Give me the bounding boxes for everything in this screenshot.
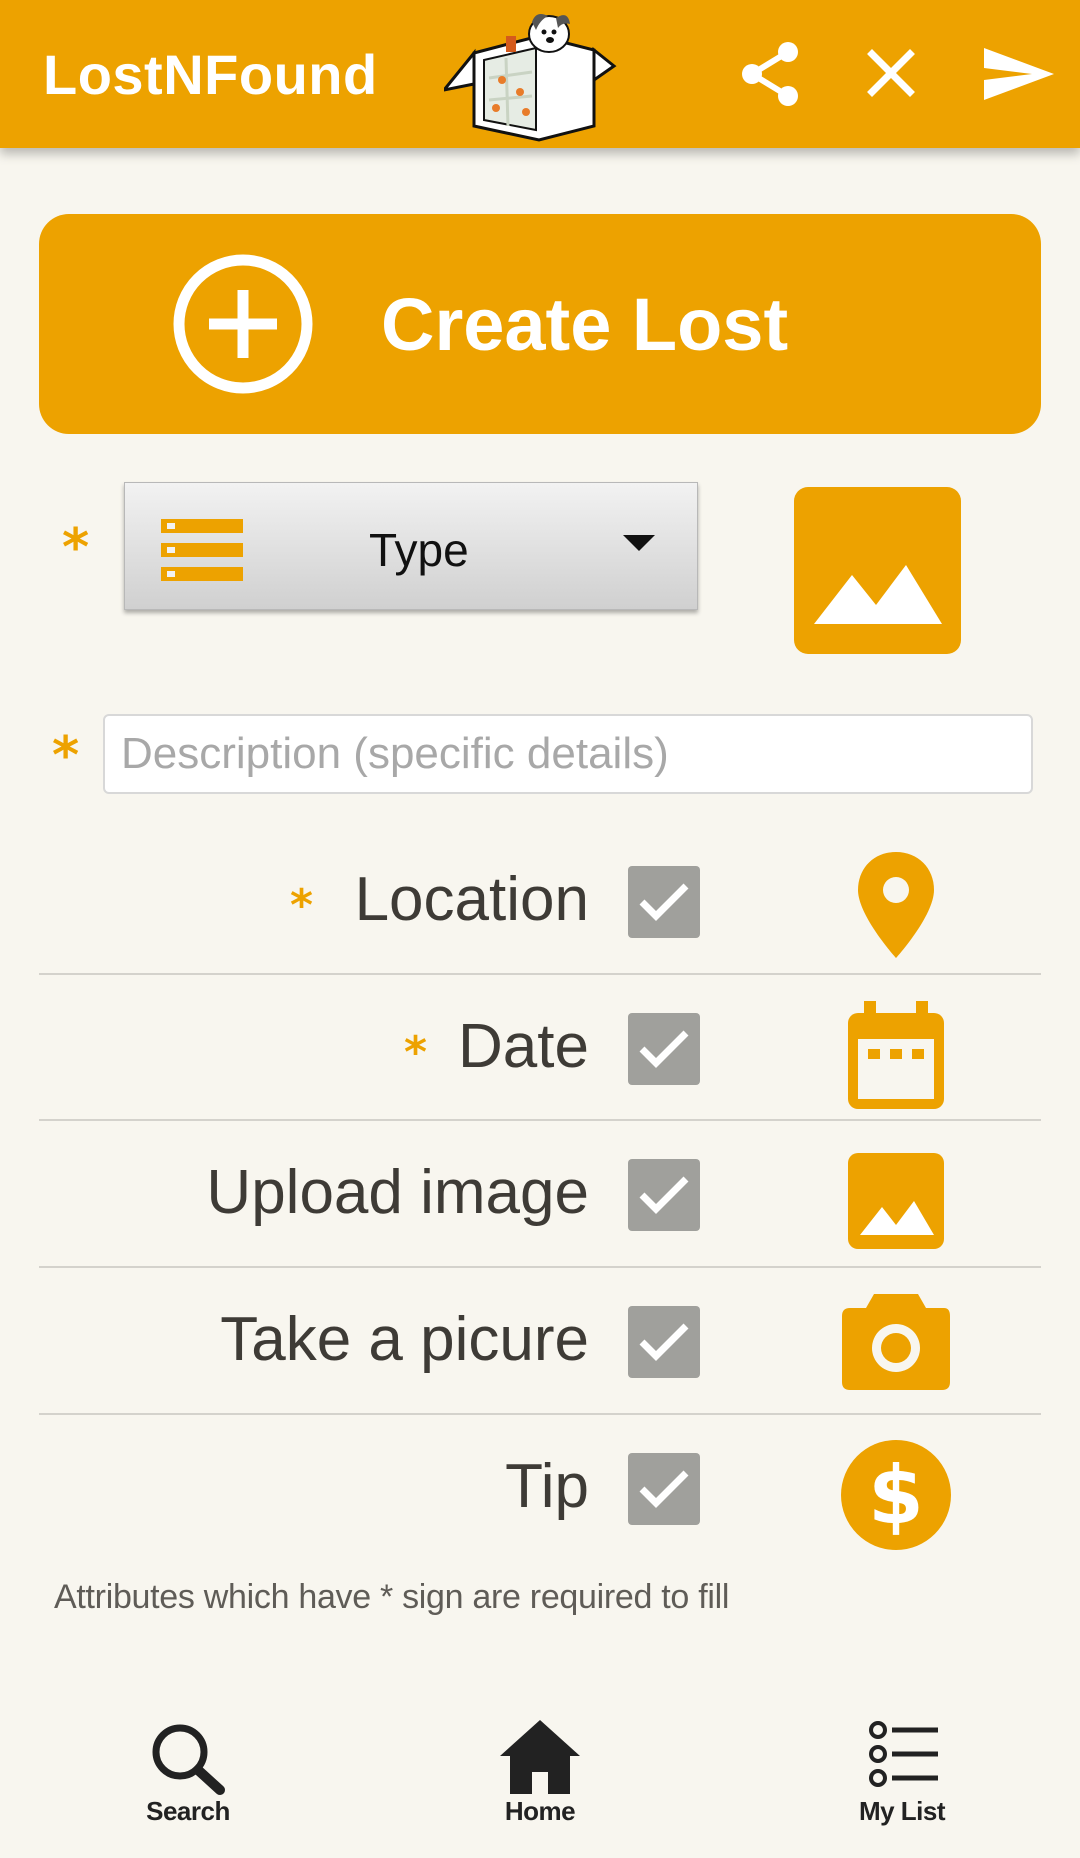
- add-image-button[interactable]: [794, 487, 961, 654]
- nav-home[interactable]: Home: [480, 1716, 600, 1836]
- checkmark-icon: [639, 1470, 689, 1508]
- dollar-icon[interactable]: $: [840, 1439, 952, 1551]
- svg-text:$: $: [868, 1449, 924, 1542]
- attribute-label: Take a picure: [220, 1305, 589, 1374]
- required-marker: *: [62, 518, 90, 578]
- attribute-label: Location: [354, 865, 589, 934]
- app-title: LostNFound: [43, 43, 378, 106]
- type-dropdown[interactable]: Type: [124, 482, 698, 610]
- calendar-icon[interactable]: [846, 999, 946, 1111]
- attribute-row-location: * Location: [0, 828, 1080, 975]
- nav-label: Search: [146, 1796, 230, 1826]
- send-icon[interactable]: [982, 38, 1056, 108]
- attribute-row-upload-image: Upload image: [0, 1121, 1080, 1268]
- camera-icon[interactable]: [840, 1292, 952, 1392]
- share-icon[interactable]: [736, 38, 806, 108]
- attribute-row-take-picture: Take a picure: [0, 1268, 1080, 1415]
- create-lost-label: Create Lost: [381, 283, 789, 366]
- take-picture-checkbox[interactable]: [628, 1306, 700, 1378]
- checkmark-icon: [639, 1176, 689, 1214]
- upload-image-checkbox[interactable]: [628, 1159, 700, 1231]
- required-marker: *: [290, 880, 314, 931]
- location-checkbox[interactable]: [628, 866, 700, 938]
- checkmark-icon: [639, 883, 689, 921]
- required-marker: *: [404, 1027, 428, 1078]
- attribute-row-tip: Tip $: [0, 1415, 1080, 1562]
- description-input[interactable]: [103, 714, 1033, 794]
- checkmark-icon: [639, 1030, 689, 1068]
- close-icon[interactable]: [856, 38, 926, 108]
- date-checkbox[interactable]: [628, 1013, 700, 1085]
- tip-checkbox[interactable]: [628, 1453, 700, 1525]
- list-icon: [161, 519, 243, 581]
- add-circle-icon: [173, 254, 313, 394]
- location-pin-icon[interactable]: [856, 850, 936, 960]
- chevron-down-icon: [623, 535, 655, 551]
- attribute-label: Upload image: [206, 1158, 589, 1227]
- app-bar: LostNFound: [0, 0, 1080, 148]
- image-icon[interactable]: [846, 1151, 946, 1251]
- attribute-label: Date: [458, 1012, 589, 1081]
- attribute-label: Tip: [505, 1452, 589, 1521]
- search-icon: [152, 1724, 225, 1795]
- nav-label: Home: [504, 1796, 576, 1826]
- attribute-row-date: * Date: [0, 975, 1080, 1122]
- required-marker: *: [52, 726, 80, 786]
- required-hint: Attributes which have * sign are require…: [54, 1578, 730, 1616]
- nav-search[interactable]: Search: [128, 1716, 248, 1836]
- list-icon: [869, 1721, 938, 1787]
- create-lost-button[interactable]: Create Lost: [39, 214, 1041, 434]
- checkmark-icon: [639, 1323, 689, 1361]
- nav-label: My List: [858, 1796, 946, 1826]
- nav-my-list[interactable]: My List: [842, 1716, 962, 1836]
- home-icon: [500, 1720, 580, 1794]
- app-logo: [444, 14, 617, 142]
- type-selected-value: Type: [369, 524, 469, 576]
- image-icon: [814, 565, 942, 624]
